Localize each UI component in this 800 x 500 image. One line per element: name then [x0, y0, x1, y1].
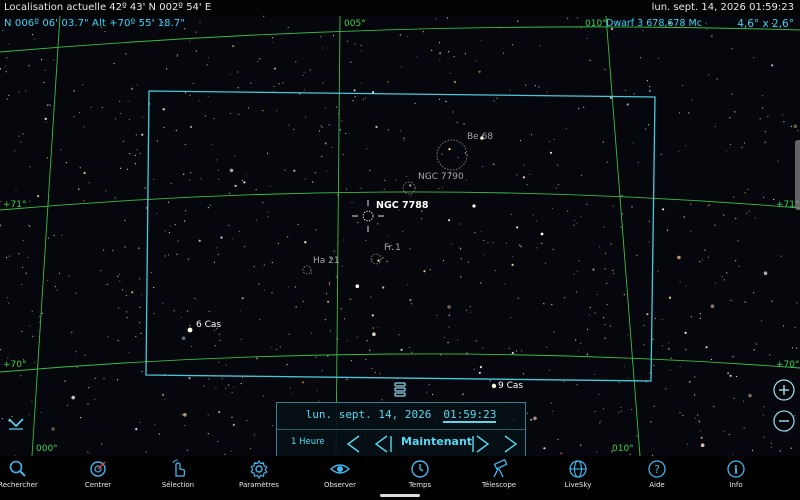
label-fr1[interactable]: Fr 1	[384, 243, 401, 253]
gear-icon	[250, 459, 268, 479]
step-back-icon[interactable]	[373, 433, 395, 455]
panel-grip-icon[interactable]	[392, 382, 408, 398]
svg-text:i: i	[734, 464, 738, 477]
toolbar-label: Télescope	[481, 481, 517, 489]
time-text[interactable]: 01:59:23	[443, 408, 497, 423]
toolbar-settings[interactable]: Paramètres	[224, 456, 294, 500]
svg-text:?: ?	[654, 463, 660, 476]
ra-label-010-bottom: 010°	[612, 444, 634, 454]
coordinate-readout: N 006º 06' 03.7" Alt +70º 55' 18.7"	[4, 18, 186, 29]
toolbar-help[interactable]: ? Aide	[622, 456, 692, 500]
datetime-text: lun. sept. 14, 2026 01:59:23	[651, 2, 794, 13]
label-ngc7788[interactable]: NGC 7788	[376, 200, 428, 211]
center-icon	[90, 461, 106, 477]
fast-forward-icon[interactable]	[499, 433, 521, 455]
eye-icon	[330, 464, 350, 474]
date-text: lun. sept. 14, 2026	[305, 408, 432, 421]
toolbar-label: Rechercher	[0, 481, 38, 489]
status-bar: Localisation actuelle 42º 43' N 002º 54'…	[0, 0, 800, 16]
toolbar-info[interactable]: i Info	[701, 456, 771, 500]
time-controls: 1 Heure Maintenant	[277, 430, 525, 457]
label-9cas[interactable]: 9 Cas	[498, 381, 523, 391]
toolbar-label: Sélection	[161, 481, 195, 489]
dec-label-70-right: +70°	[776, 360, 800, 370]
fov-readout: 4,6° x 2,6°	[737, 18, 794, 30]
toolbar-label: Aide	[649, 481, 665, 489]
time-panel: lun. sept. 14, 2026 01:59:23 1 Heure Main…	[276, 402, 526, 457]
zoom-out-button[interactable]	[772, 409, 796, 433]
label-ngc7790[interactable]: NGC 7790	[418, 172, 464, 182]
search-icon	[9, 460, 26, 477]
toolbar-label: Paramètres	[239, 481, 279, 489]
label-be68[interactable]: Be 68	[467, 132, 493, 142]
toolbar-label: Observer	[323, 481, 357, 489]
step-forward-icon[interactable]	[469, 433, 491, 455]
info-icon: i	[727, 460, 745, 478]
toolbar-search[interactable]: Rechercher	[0, 456, 53, 500]
toolbar-center[interactable]: Centrer	[63, 456, 133, 500]
help-icon: ?	[648, 460, 666, 478]
toolbar-label: Centrer	[84, 481, 112, 489]
dec-label-71-left: +71°	[3, 200, 27, 210]
toolbar-label: LiveSky	[564, 481, 592, 489]
toolbar-observe[interactable]: Observer	[305, 456, 375, 500]
time-display[interactable]: lun. sept. 14, 2026 01:59:23	[277, 403, 525, 430]
location-text: Localisation actuelle 42º 43' N 002º 54'…	[4, 2, 212, 13]
clock-icon	[411, 460, 429, 478]
dec-label-70-left: +70°	[3, 360, 27, 370]
fast-rewind-icon[interactable]	[343, 433, 365, 455]
globe-icon	[569, 460, 587, 478]
zoom-in-button[interactable]	[772, 378, 796, 402]
home-indicator	[380, 494, 420, 497]
telescope-icon	[493, 459, 508, 478]
ra-label-005: 005°	[344, 19, 366, 29]
ra-label-000: 000°	[36, 444, 58, 454]
chevron-down-icon[interactable]	[6, 416, 26, 430]
toolbar-label: Info	[729, 481, 743, 489]
ra-label-010-top: 010°	[585, 19, 607, 29]
toolbar-livesky[interactable]: LiveSky	[543, 456, 613, 500]
toolbar-label: Temps	[408, 481, 432, 489]
side-drawer-handle[interactable]	[795, 140, 800, 210]
label-6cas[interactable]: 6 Cas	[196, 320, 221, 330]
device-info: Dwarf 3 678,678 Mc	[606, 18, 702, 29]
time-step-selector[interactable]: 1 Heure	[291, 437, 325, 447]
toolbar-selection[interactable]: Sélection	[143, 456, 213, 500]
select-icon	[172, 459, 186, 477]
toolbar-telescope[interactable]: Télescope	[464, 456, 534, 500]
label-ha21[interactable]: Ha 21	[313, 256, 340, 266]
now-button[interactable]: Maintenant	[401, 435, 472, 448]
